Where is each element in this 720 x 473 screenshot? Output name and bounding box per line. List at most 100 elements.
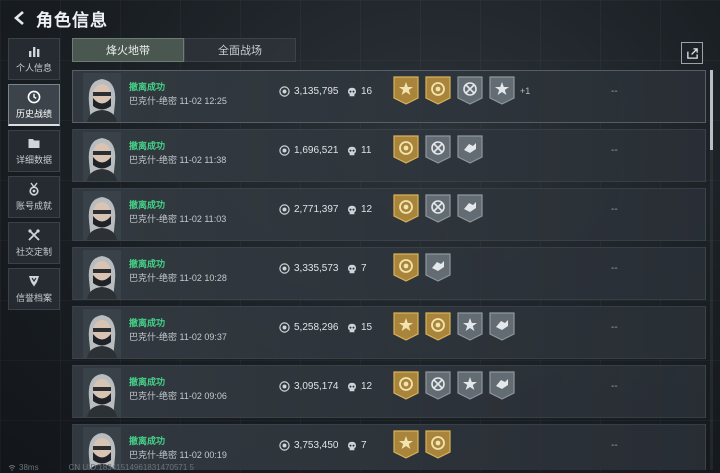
placeholder-value: -- — [611, 204, 618, 215]
operator-avatar — [83, 73, 121, 122]
gold-ring-badge-icon[interactable] — [393, 371, 419, 400]
sidebar-item-history[interactable]: 历史战绩 — [8, 84, 60, 126]
mode-tabs: 烽火地带 全面战场 — [72, 38, 296, 62]
gold-ring-badge-icon[interactable] — [425, 76, 451, 105]
kill-count: 15 — [347, 322, 372, 333]
gold-star-badge-icon[interactable] — [393, 312, 419, 341]
asset-value-text: 5,258,296 — [294, 322, 339, 333]
match-record-row[interactable]: 撤离成功 巴克什-绝密 11-02 09:37 5,258,296 15 -- — [72, 306, 706, 359]
asset-value-text: 3,753,450 — [294, 440, 339, 451]
sidebar-item-achievements[interactable]: 账号成就 — [8, 176, 60, 218]
match-record-row[interactable]: 撤离成功 巴克什-绝密 11-02 09:06 3,095,174 12 -- — [72, 365, 706, 418]
sidebar-item-profile[interactable]: 个人信息 — [8, 38, 60, 80]
kill-count-text: 12 — [361, 204, 373, 215]
grey-hand-badge-icon[interactable] — [425, 253, 451, 282]
kill-count: 7 — [347, 440, 367, 451]
map-and-time: 巴克什-绝密 11-02 11:03 — [129, 214, 227, 224]
operator-avatar — [83, 191, 121, 240]
gold-ring-badge-icon[interactable] — [425, 312, 451, 341]
gold-star-badge-icon[interactable] — [393, 76, 419, 105]
grey-cross-badge-icon[interactable] — [425, 194, 451, 223]
extraction-status: 撤离成功 — [129, 82, 166, 92]
match-record-row[interactable]: 撤离成功 巴克什-绝密 11-02 11:38 1,696,521 11 -- — [72, 129, 706, 182]
badge-list — [393, 194, 488, 223]
grey-hand-badge-icon[interactable] — [489, 371, 515, 400]
gold-ring-badge-icon[interactable] — [425, 430, 451, 459]
map-and-time: 巴克什-绝密 11-02 00:19 — [129, 450, 227, 460]
kill-count: 12 — [347, 381, 372, 392]
coin-icon — [279, 86, 290, 97]
match-history-list: 撤离成功 巴克什-绝密 11-02 12:25 3,135,795 16 +1 -- 撤离成… — [72, 70, 706, 470]
kill-count: 16 — [347, 86, 372, 97]
match-record-row[interactable]: 撤离成功巴克什-绝密 11-02 11:03 2,771,397 12 -- — [72, 188, 706, 241]
asset-value-text: 3,335,573 — [294, 263, 339, 274]
coin-icon — [279, 145, 290, 156]
grey-hand-badge-icon[interactable] — [489, 312, 515, 341]
asset-value: 2,771,397 — [279, 204, 339, 215]
asset-value-text: 1,696,521 — [294, 145, 339, 156]
shield-icon — [29, 276, 39, 287]
wifi-icon — [8, 464, 16, 471]
grey-hand-badge-icon[interactable] — [457, 194, 483, 223]
gold-ring-badge-icon[interactable] — [393, 253, 419, 282]
clock-icon — [27, 90, 41, 103]
grey-hand-badge-icon[interactable] — [457, 135, 483, 164]
gold-ring-badge-icon[interactable] — [393, 194, 419, 223]
extraction-status: 撤离成功 — [129, 436, 166, 446]
skull-icon — [348, 146, 356, 155]
sidebar-item-label: 信誉档案 — [15, 293, 52, 303]
grey-star-badge-icon[interactable] — [457, 371, 483, 400]
back-button[interactable] — [6, 4, 34, 32]
map-and-time: 巴克什-绝密 11-02 09:37 — [129, 332, 227, 342]
asset-value-text: 2,771,397 — [294, 204, 339, 215]
scrollbar[interactable] — [710, 70, 713, 470]
placeholder-value: -- — [611, 381, 618, 392]
skull-icon — [348, 87, 356, 96]
grey-cross-badge-icon[interactable] — [425, 371, 451, 400]
uid-text: CN UID:18341514961831470571 5 — [68, 463, 194, 472]
scrollbar-thumb[interactable] — [710, 70, 713, 150]
badge-list — [393, 135, 488, 164]
tab-fenghuo[interactable]: 烽火地带 — [72, 38, 184, 62]
sidebar-item-label: 社交定制 — [15, 247, 52, 257]
kill-count-text: 16 — [361, 86, 373, 97]
match-record-row[interactable]: 撤离成功 巴克什-绝密 11-02 12:25 3,135,795 16 +1 -- — [72, 70, 706, 123]
extra-badge-count[interactable]: +1 — [520, 86, 530, 96]
sidebar-item-label: 账号成就 — [15, 201, 52, 211]
grey-star-badge-icon[interactable] — [457, 312, 483, 341]
coin-icon — [279, 322, 290, 333]
operator-avatar — [83, 132, 121, 181]
kill-count-text: 7 — [361, 263, 367, 274]
tab-fullscale[interactable]: 全面战场 — [184, 38, 296, 62]
ping-text: 38ms — [19, 463, 39, 472]
sidebar-item-credit[interactable]: 信誉档案 — [8, 268, 60, 310]
map-and-time: 巴克什-绝密 11-02 10:28 — [129, 273, 227, 283]
operator-avatar — [83, 250, 121, 299]
badge-list: +1 — [393, 76, 530, 105]
extraction-status: 撤离成功 — [129, 318, 166, 328]
placeholder-value: -- — [611, 145, 618, 156]
asset-value-text: 3,095,174 — [294, 381, 339, 392]
match-record-row[interactable]: 撤离成功 巴克什-绝密 11-02 10:28 3,335,573 7 -- — [72, 247, 706, 300]
asset-value: 5,258,296 — [279, 322, 339, 333]
sidebar-item-details[interactable]: 详细数据 — [8, 130, 60, 172]
footer-status: 38ms CN UID:18341514961831470571 5 — [0, 462, 720, 473]
medal-icon — [29, 182, 39, 196]
map-and-time: 巴克什-绝密 11-02 11:38 — [129, 155, 227, 165]
kill-count: 7 — [347, 263, 367, 274]
share-button[interactable] — [681, 42, 703, 64]
map-and-time: 巴克什-绝密 11-02 09:06 — [129, 391, 227, 401]
gold-star-badge-icon[interactable] — [393, 430, 419, 459]
extraction-status: 撤离成功 — [129, 200, 166, 210]
gold-ring-badge-icon[interactable] — [393, 135, 419, 164]
kill-count: 12 — [347, 204, 372, 215]
skull-icon — [348, 323, 356, 332]
bar-chart-icon — [29, 47, 40, 57]
asset-value: 3,753,450 — [279, 440, 339, 451]
placeholder-value: -- — [611, 86, 618, 97]
grey-star-badge-icon[interactable] — [489, 76, 515, 105]
sidebar-item-social[interactable]: 社交定制 — [8, 222, 60, 264]
grey-cross-badge-icon[interactable] — [457, 76, 483, 105]
grey-cross-badge-icon[interactable] — [425, 135, 451, 164]
back-arrow-icon — [14, 11, 24, 25]
